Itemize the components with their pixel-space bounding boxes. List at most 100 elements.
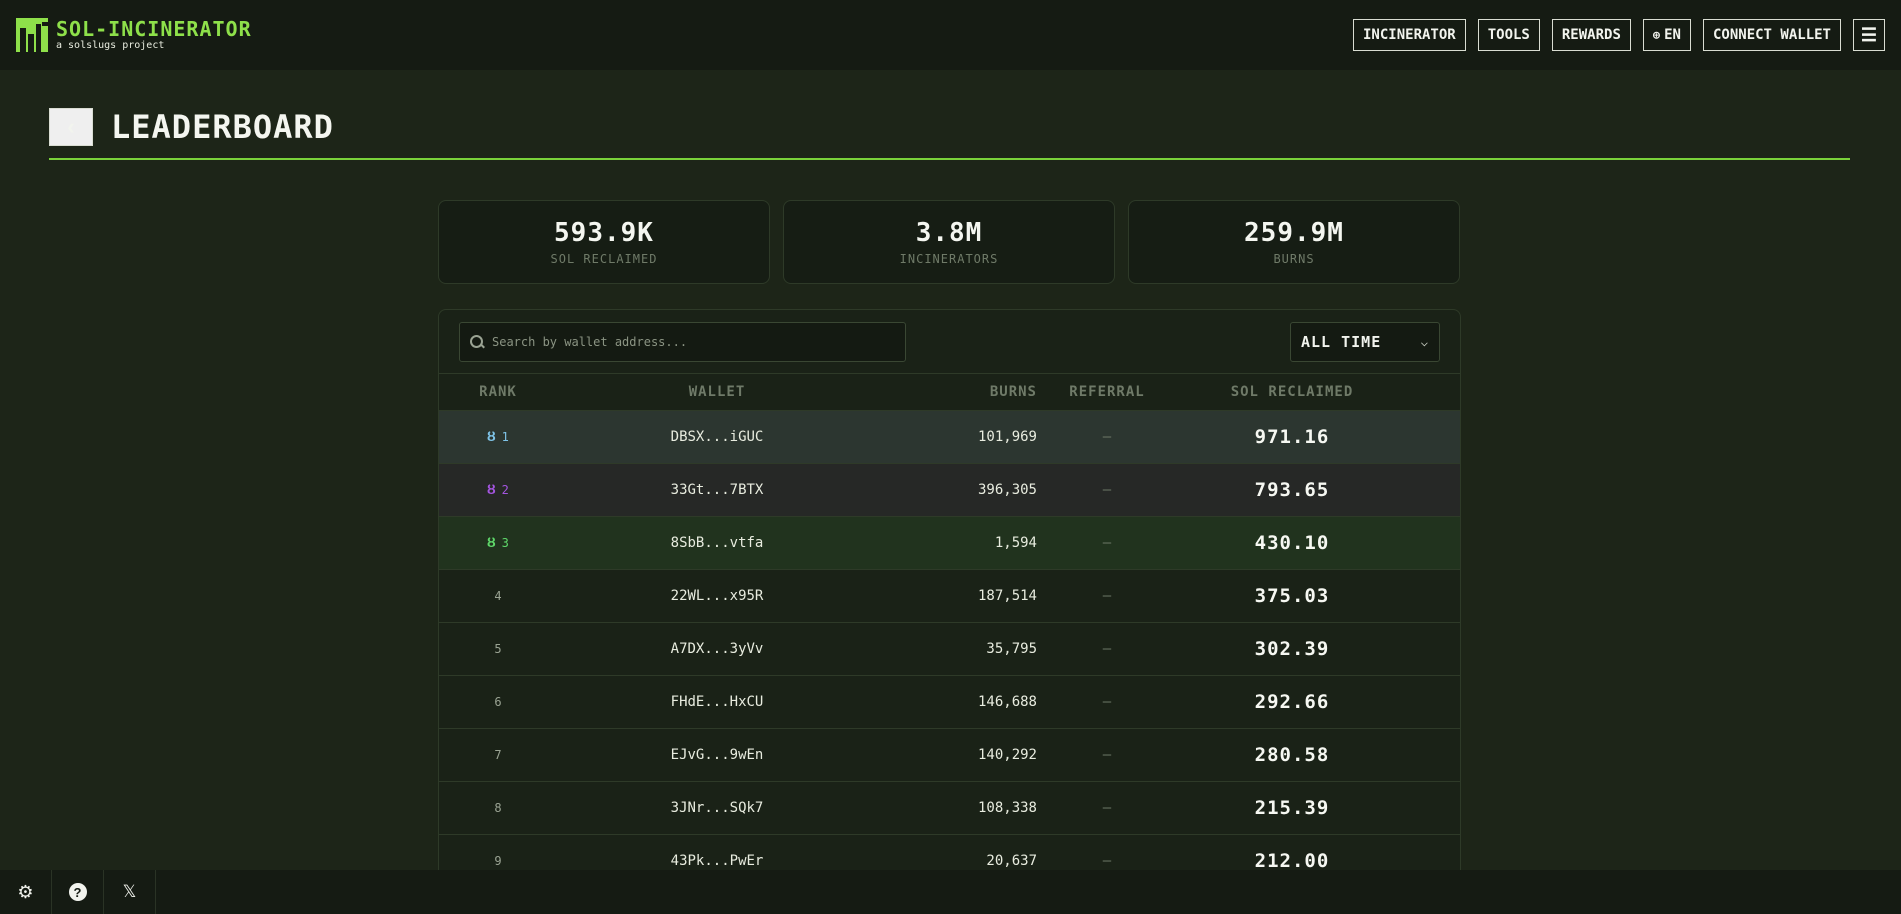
table-row[interactable]: ȣ1 DBSX...iGUC 101,969 – 971.16 <box>439 411 1460 464</box>
chevron-down-icon: ⌵ <box>1420 334 1429 349</box>
table-row[interactable]: ȣ3 8SbB...vtfa 1,594 – 430.10 <box>439 517 1460 570</box>
sol-reclaimed-cell: 971.16 <box>1254 426 1330 448</box>
rank-number: 7 <box>494 748 502 762</box>
hamburger-icon: ☰ <box>1860 24 1878 46</box>
table-row[interactable]: 8 3JNr...SQk7 108,338 – 215.39 <box>439 782 1460 835</box>
x-link-button[interactable]: 𝕏 <box>104 870 156 914</box>
rank-cell: 6 <box>439 695 557 709</box>
wallet-cell[interactable]: 8SbB...vtfa <box>557 535 877 551</box>
nav-rewards-button[interactable]: REWARDS <box>1551 19 1631 51</box>
medal-icon: ȣ <box>487 481 496 498</box>
header-burns[interactable]: BURNS <box>877 384 1037 400</box>
rank-number: 3 <box>501 536 509 550</box>
settings-button[interactable]: ⚙ <box>0 870 52 914</box>
table-row[interactable]: 5 A7DX...3yVv 35,795 – 302.39 <box>439 623 1460 676</box>
stat-incinerators: 3.8M INCINERATORS <box>783 200 1115 284</box>
main-nav: INCINERATOR TOOLS REWARDS ⊕ EN CONNECT W… <box>1353 19 1885 51</box>
referral-cell: – <box>1102 535 1112 551</box>
gear-icon: ⚙ <box>17 881 34 902</box>
rank-cell: ȣ3 <box>439 535 557 552</box>
header-referral[interactable]: REFERRAL <box>1037 384 1177 400</box>
rank-number: 8 <box>494 801 502 815</box>
help-button[interactable]: ? <box>52 870 104 914</box>
table-row[interactable]: 4 22WL...x95R 187,514 – 375.03 <box>439 570 1460 623</box>
rank-number: 1 <box>501 430 509 444</box>
burns-cell: 396,305 <box>977 482 1037 498</box>
wallet-cell[interactable]: EJvG...9wEn <box>557 747 877 763</box>
wallet-cell[interactable]: 22WL...x95R <box>557 588 877 604</box>
question-icon: ? <box>68 883 87 901</box>
language-label: EN <box>1664 27 1681 43</box>
back-button[interactable]: ‹ <box>49 108 93 146</box>
rank-cell: ȣ2 <box>439 482 557 499</box>
wallet-cell[interactable]: 3JNr...SQk7 <box>557 800 877 816</box>
rank-cell: 5 <box>439 642 557 656</box>
rank-cell: 9 <box>439 854 557 868</box>
burns-cell: 101,969 <box>977 429 1037 445</box>
referral-cell: – <box>1102 694 1112 710</box>
period-selected: ALL TIME <box>1301 332 1382 351</box>
stat-value: 3.8M <box>915 218 983 248</box>
menu-button[interactable]: ☰ <box>1853 19 1885 51</box>
medal-icon: ȣ <box>487 534 496 551</box>
referral-cell: – <box>1102 853 1112 869</box>
rank-cell: 8 <box>439 801 557 815</box>
stat-label: INCINERATORS <box>899 252 999 266</box>
building-logo-icon <box>16 18 48 52</box>
connect-wallet-button[interactable]: CONNECT WALLET <box>1702 19 1841 51</box>
table-row[interactable]: 7 EJvG...9wEn 140,292 – 280.58 <box>439 729 1460 782</box>
referral-cell: – <box>1102 588 1112 604</box>
nav-incinerator-button[interactable]: INCINERATOR <box>1353 19 1466 51</box>
language-button[interactable]: ⊕ EN <box>1642 19 1691 51</box>
rank-number: 4 <box>494 589 502 603</box>
sol-reclaimed-cell: 793.65 <box>1254 479 1330 501</box>
page-header: ‹ LEADERBOARD <box>49 108 1850 160</box>
rank-cell: 4 <box>439 589 557 603</box>
referral-cell: – <box>1102 800 1112 816</box>
leaderboard-panel: ALL TIME ⌵ RANK WALLET BURNS REFERRAL SO… <box>438 309 1461 914</box>
stat-value: 259.9M <box>1244 218 1344 248</box>
globe-icon: ⊕ <box>1652 28 1661 42</box>
rank-cell: 7 <box>439 748 557 762</box>
burns-cell: 187,514 <box>977 588 1037 604</box>
referral-cell: – <box>1102 482 1112 498</box>
wallet-cell[interactable]: 33Gt...7BTX <box>557 482 877 498</box>
period-select[interactable]: ALL TIME ⌵ <box>1290 321 1440 362</box>
burns-cell: 108,338 <box>977 800 1037 816</box>
brand-subtitle: a solslugs project <box>56 40 165 51</box>
wallet-cell[interactable]: FHdE...HxCU <box>557 694 877 710</box>
wallet-cell[interactable]: 43Pk...PwEr <box>557 853 877 869</box>
wallet-cell[interactable]: DBSX...iGUC <box>557 429 877 445</box>
header-rank[interactable]: RANK <box>439 384 557 400</box>
header-wallet[interactable]: WALLET <box>557 384 877 400</box>
sol-reclaimed-cell: 375.03 <box>1254 585 1330 607</box>
stat-burns: 259.9M BURNS <box>1128 200 1460 284</box>
burns-cell: 35,795 <box>986 641 1037 657</box>
stat-sol-reclaimed: 593.9K SOL RECLAIMED <box>438 200 770 284</box>
table-row[interactable]: 6 FHdE...HxCU 146,688 – 292.66 <box>439 676 1460 729</box>
search-icon <box>470 334 484 349</box>
sol-reclaimed-cell: 430.10 <box>1254 532 1330 554</box>
referral-cell: – <box>1102 641 1112 657</box>
nav-tools-button[interactable]: TOOLS <box>1477 19 1540 51</box>
sol-reclaimed-cell: 215.39 <box>1254 797 1330 819</box>
header-sol-reclaimed[interactable]: SOL RECLAIMED <box>1177 384 1407 400</box>
burns-cell: 20,637 <box>986 853 1037 869</box>
leaderboard-toolbar: ALL TIME ⌵ <box>439 310 1460 374</box>
stat-label: BURNS <box>1273 252 1315 266</box>
brand[interactable]: SOL-INCINERATOR a solslugs project <box>16 18 252 52</box>
burns-cell: 146,688 <box>977 694 1037 710</box>
rank-number: 2 <box>501 483 509 497</box>
search-box[interactable] <box>459 321 906 362</box>
burns-cell: 1,594 <box>994 535 1037 551</box>
table-body: ȣ1 DBSX...iGUC 101,969 – 971.16 ȣ2 33Gt.… <box>439 411 1460 888</box>
referral-cell: – <box>1102 429 1112 445</box>
wallet-cell[interactable]: A7DX...3yVv <box>557 641 877 657</box>
stats-row: 593.9K SOL RECLAIMED 3.8M INCINERATORS 2… <box>438 200 1460 284</box>
search-input[interactable] <box>492 334 892 349</box>
table-row[interactable]: ȣ2 33Gt...7BTX 396,305 – 793.65 <box>439 464 1460 517</box>
rank-cell: ȣ1 <box>439 429 557 446</box>
sol-reclaimed-cell: 212.00 <box>1254 850 1330 872</box>
stat-value: 593.9K <box>554 218 654 248</box>
rank-number: 5 <box>494 642 502 656</box>
